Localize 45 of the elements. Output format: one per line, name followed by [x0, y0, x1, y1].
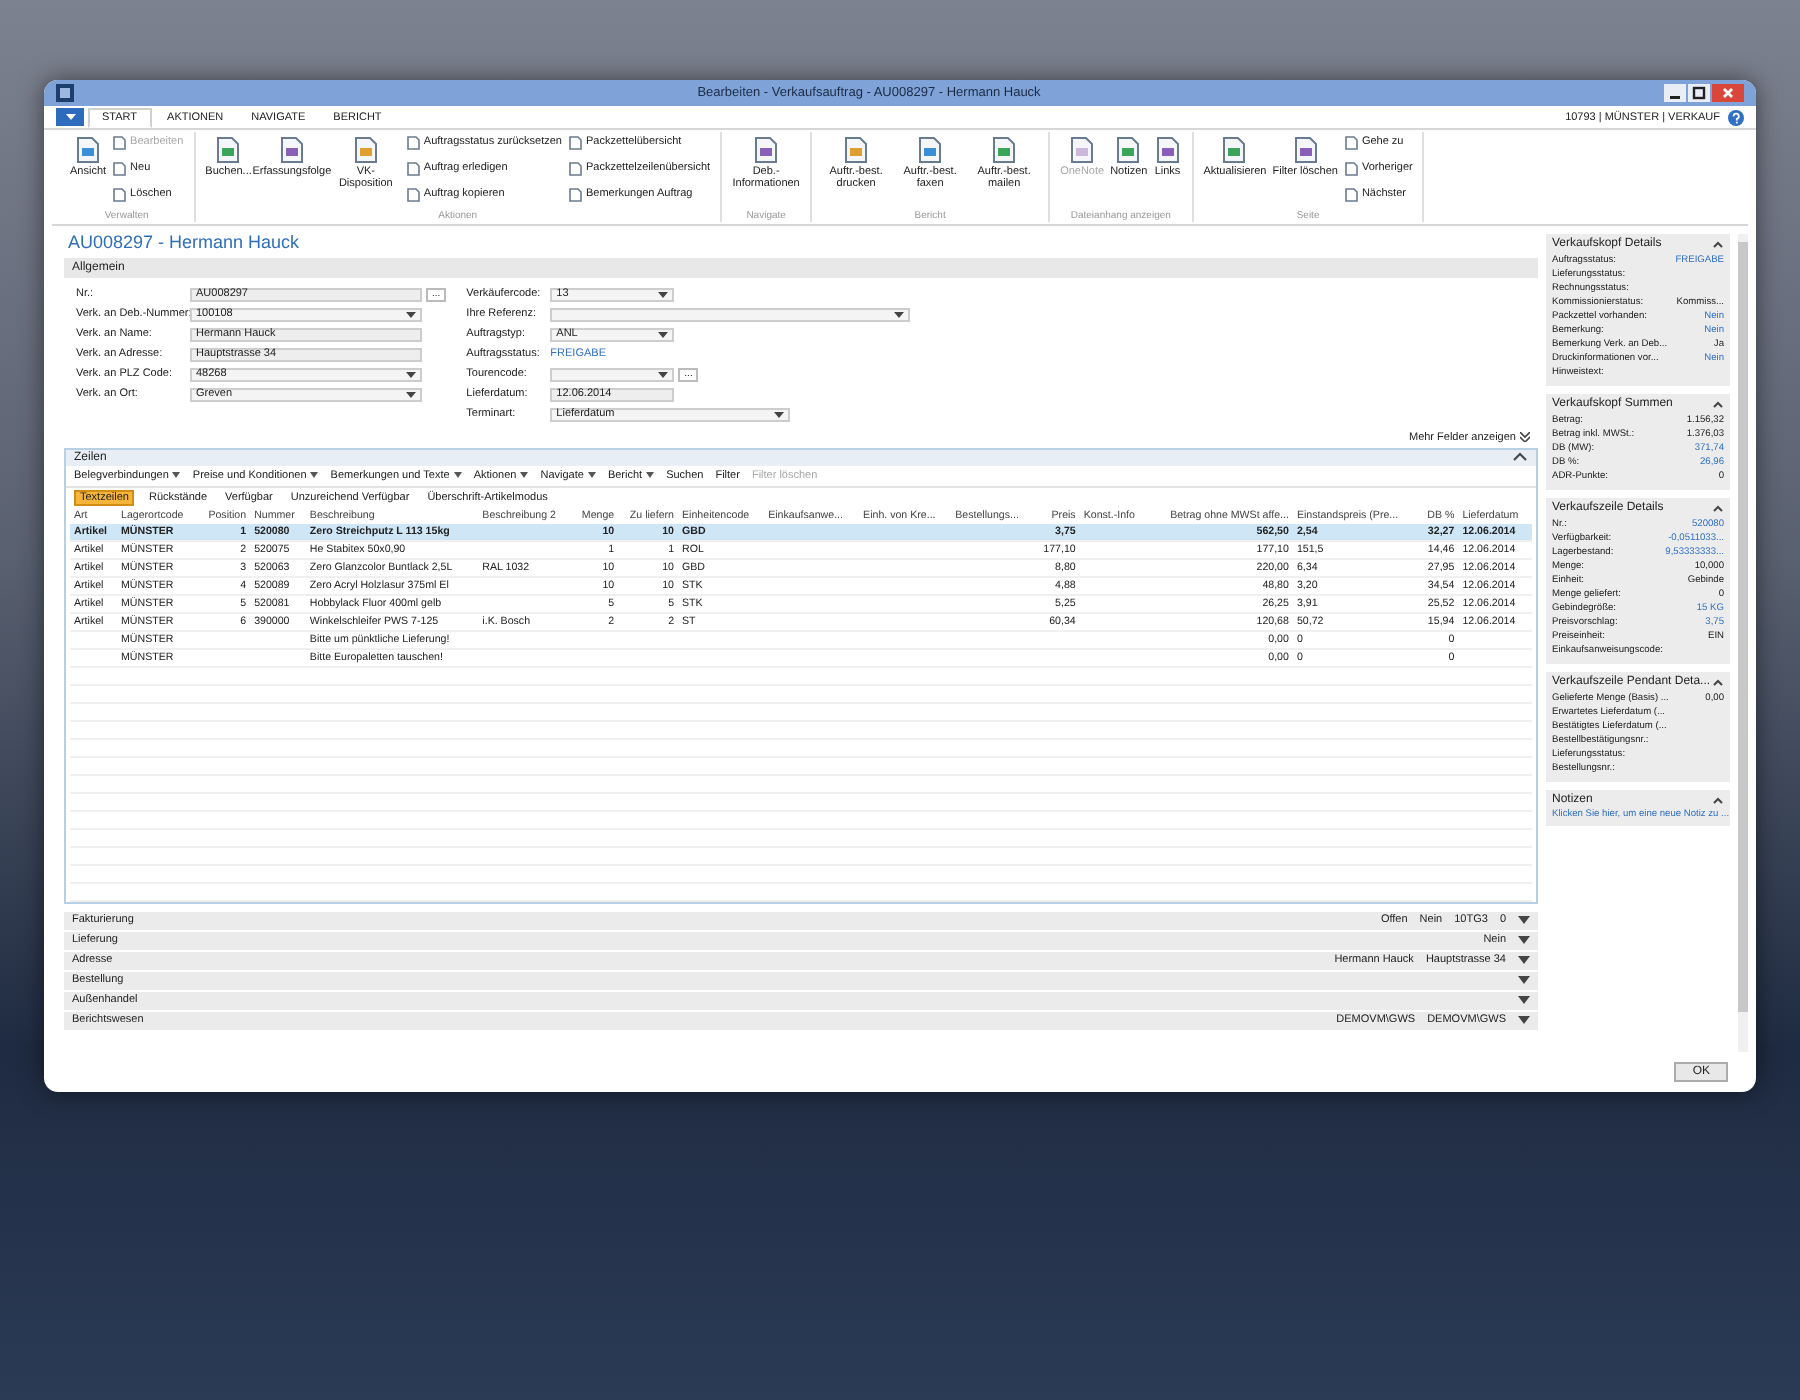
caret-icon [310, 472, 319, 478]
document-icon [1291, 136, 1320, 164]
caret-icon [774, 411, 785, 418]
caret-icon [587, 472, 596, 478]
document-icon [277, 136, 306, 164]
caret-icon [406, 311, 416, 318]
document-icon [752, 136, 781, 164]
caret-icon [646, 472, 655, 478]
document-icon [916, 136, 945, 164]
document-icon [1068, 136, 1097, 164]
caret-icon [65, 114, 75, 120]
close-icon[interactable] [1712, 84, 1744, 102]
collapse-icon[interactable] [1712, 504, 1724, 512]
caret-icon [658, 331, 669, 338]
scrollbar[interactable] [1738, 234, 1748, 1052]
maximize-icon[interactable] [1688, 84, 1710, 102]
caret-icon [894, 311, 905, 318]
caret-icon [520, 472, 529, 478]
caret-icon [658, 371, 669, 378]
collapse-icon[interactable] [1712, 400, 1724, 408]
document-icon [214, 136, 243, 164]
caret-icon [406, 371, 416, 378]
document-icon [74, 136, 103, 164]
document-icon [351, 136, 380, 164]
minimize-icon[interactable] [1664, 84, 1686, 102]
caret-icon [453, 472, 462, 478]
document-icon [1220, 136, 1249, 164]
document-icon [1153, 136, 1182, 164]
app-menu-button[interactable] [56, 108, 84, 126]
document-icon [1114, 136, 1143, 164]
document-icon [842, 136, 871, 164]
chevron-icon [1520, 432, 1530, 442]
collapse-icon[interactable] [1512, 452, 1528, 462]
collapse-icon[interactable] [1712, 796, 1724, 804]
collapse-icon[interactable] [1712, 240, 1724, 248]
help-icon[interactable] [1728, 109, 1744, 125]
app-icon [56, 84, 74, 102]
dropdown-field[interactable] [550, 367, 675, 382]
dropdown-field[interactable] [550, 307, 911, 322]
caret-icon [406, 391, 416, 398]
page-title: AU008297 - Hermann Hauck [66, 230, 302, 256]
collapse-icon[interactable] [1712, 678, 1724, 686]
caret-icon [658, 291, 669, 298]
caret-icon [172, 472, 181, 478]
document-icon [990, 136, 1019, 164]
